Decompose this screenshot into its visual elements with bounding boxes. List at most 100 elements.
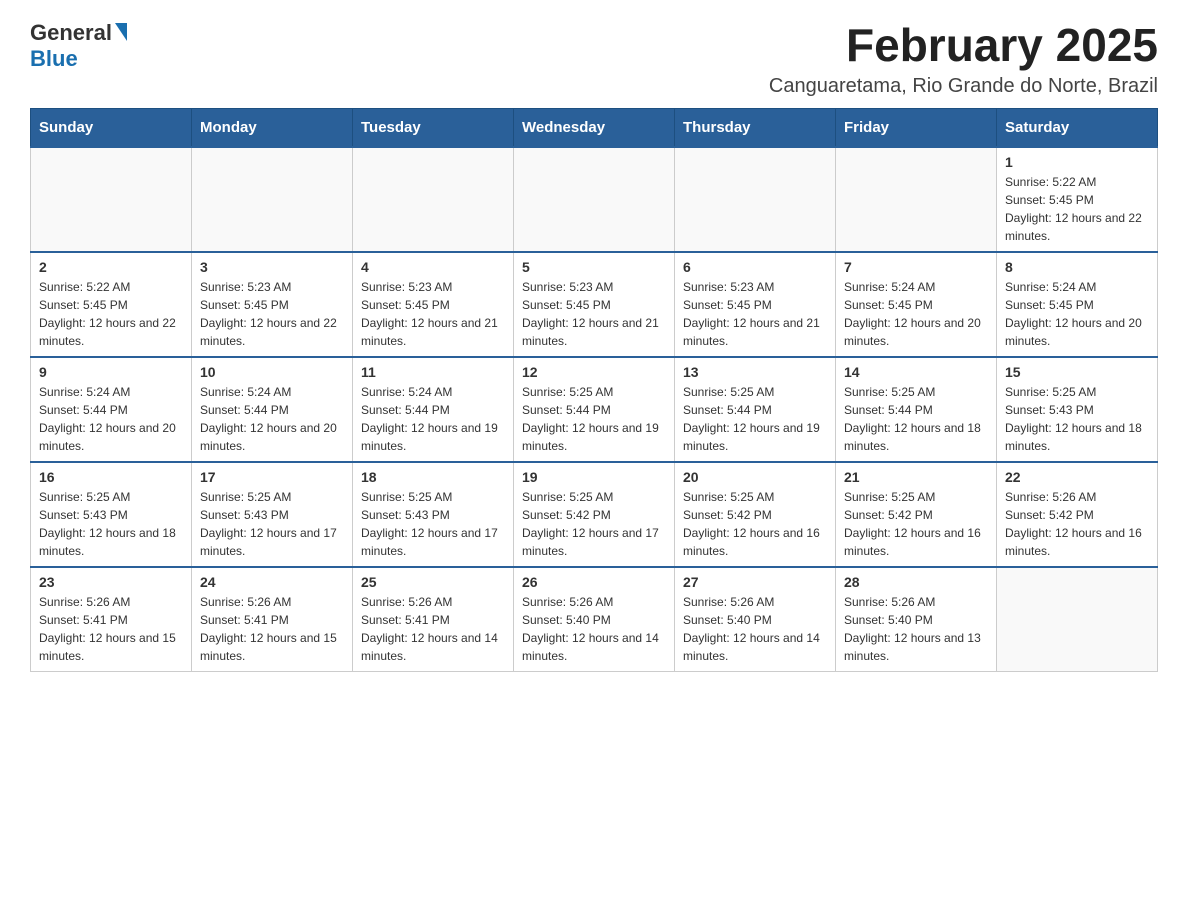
logo-triangle-icon — [115, 23, 127, 41]
day-number: 25 — [361, 574, 505, 590]
day-number: 23 — [39, 574, 183, 590]
day-header-wednesday: Wednesday — [514, 108, 675, 147]
calendar-header-row: SundayMondayTuesdayWednesdayThursdayFrid… — [31, 108, 1158, 147]
day-info: Sunrise: 5:24 AMSunset: 5:44 PMDaylight:… — [39, 383, 183, 455]
calendar-cell — [836, 147, 997, 252]
day-info: Sunrise: 5:26 AMSunset: 5:41 PMDaylight:… — [200, 593, 344, 665]
calendar-cell: 9 Sunrise: 5:24 AMSunset: 5:44 PMDaylight… — [31, 357, 192, 462]
day-number: 11 — [361, 364, 505, 380]
day-info: Sunrise: 5:25 AMSunset: 5:42 PMDaylight:… — [522, 488, 666, 560]
calendar-cell: 21 Sunrise: 5:25 AMSunset: 5:42 PMDayligh… — [836, 462, 997, 567]
day-number: 22 — [1005, 469, 1149, 485]
calendar-cell: 12 Sunrise: 5:25 AMSunset: 5:44 PMDayligh… — [514, 357, 675, 462]
calendar-cell: 4 Sunrise: 5:23 AMSunset: 5:45 PMDaylight… — [353, 252, 514, 357]
day-info: Sunrise: 5:23 AMSunset: 5:45 PMDaylight:… — [522, 278, 666, 350]
day-number: 24 — [200, 574, 344, 590]
calendar-week-row: 16 Sunrise: 5:25 AMSunset: 5:43 PMDayligh… — [31, 462, 1158, 567]
calendar-cell: 16 Sunrise: 5:25 AMSunset: 5:43 PMDayligh… — [31, 462, 192, 567]
logo: General Blue — [30, 20, 127, 72]
day-info: Sunrise: 5:25 AMSunset: 5:44 PMDaylight:… — [844, 383, 988, 455]
day-info: Sunrise: 5:25 AMSunset: 5:44 PMDaylight:… — [522, 383, 666, 455]
day-info: Sunrise: 5:24 AMSunset: 5:44 PMDaylight:… — [200, 383, 344, 455]
day-header-tuesday: Tuesday — [353, 108, 514, 147]
title-block: February 2025 Canguaretama, Rio Grande d… — [769, 20, 1158, 98]
calendar-cell: 1 Sunrise: 5:22 AMSunset: 5:45 PMDaylight… — [997, 147, 1158, 252]
calendar-cell — [31, 147, 192, 252]
day-info: Sunrise: 5:22 AMSunset: 5:45 PMDaylight:… — [1005, 173, 1149, 245]
day-info: Sunrise: 5:25 AMSunset: 5:43 PMDaylight:… — [39, 488, 183, 560]
calendar-cell: 22 Sunrise: 5:26 AMSunset: 5:42 PMDayligh… — [997, 462, 1158, 567]
day-number: 7 — [844, 259, 988, 275]
day-number: 12 — [522, 364, 666, 380]
calendar-cell: 26 Sunrise: 5:26 AMSunset: 5:40 PMDayligh… — [514, 567, 675, 672]
day-number: 1 — [1005, 154, 1149, 170]
calendar-week-row: 9 Sunrise: 5:24 AMSunset: 5:44 PMDaylight… — [31, 357, 1158, 462]
day-number: 20 — [683, 469, 827, 485]
day-info: Sunrise: 5:22 AMSunset: 5:45 PMDaylight:… — [39, 278, 183, 350]
day-number: 9 — [39, 364, 183, 380]
day-info: Sunrise: 5:23 AMSunset: 5:45 PMDaylight:… — [683, 278, 827, 350]
calendar-week-row: 23 Sunrise: 5:26 AMSunset: 5:41 PMDayligh… — [31, 567, 1158, 672]
calendar-cell: 11 Sunrise: 5:24 AMSunset: 5:44 PMDayligh… — [353, 357, 514, 462]
day-info: Sunrise: 5:26 AMSunset: 5:41 PMDaylight:… — [361, 593, 505, 665]
day-number: 8 — [1005, 259, 1149, 275]
day-info: Sunrise: 5:25 AMSunset: 5:42 PMDaylight:… — [844, 488, 988, 560]
day-number: 16 — [39, 469, 183, 485]
calendar-cell: 3Sunrise: 5:23 AMSunset: 5:45 PMDaylight… — [192, 252, 353, 357]
calendar-subtitle: Canguaretama, Rio Grande do Norte, Brazi… — [769, 75, 1158, 98]
calendar-cell: 25 Sunrise: 5:26 AMSunset: 5:41 PMDayligh… — [353, 567, 514, 672]
day-number: 27 — [683, 574, 827, 590]
day-info: Sunrise: 5:25 AMSunset: 5:43 PMDaylight:… — [361, 488, 505, 560]
day-info: Sunrise: 5:26 AMSunset: 5:40 PMDaylight:… — [683, 593, 827, 665]
day-header-friday: Friday — [836, 108, 997, 147]
day-info: Sunrise: 5:24 AMSunset: 5:45 PMDaylight:… — [1005, 278, 1149, 350]
day-number: 6 — [683, 259, 827, 275]
day-number: 18 — [361, 469, 505, 485]
day-info: Sunrise: 5:24 AMSunset: 5:44 PMDaylight:… — [361, 383, 505, 455]
day-number: 21 — [844, 469, 988, 485]
calendar-cell: 23 Sunrise: 5:26 AMSunset: 5:41 PMDayligh… — [31, 567, 192, 672]
day-info: Sunrise: 5:25 AMSunset: 5:42 PMDaylight:… — [683, 488, 827, 560]
day-number: 4 — [361, 259, 505, 275]
day-number: 26 — [522, 574, 666, 590]
day-header-thursday: Thursday — [675, 108, 836, 147]
day-number: 13 — [683, 364, 827, 380]
day-info: Sunrise: 5:26 AMSunset: 5:42 PMDaylight:… — [1005, 488, 1149, 560]
day-number: 17 — [200, 469, 344, 485]
day-info: Sunrise: 5:25 AMSunset: 5:43 PMDaylight:… — [1005, 383, 1149, 455]
logo-general-text: General — [30, 20, 112, 46]
calendar-cell — [514, 147, 675, 252]
calendar-cell: 10Sunrise: 5:24 AMSunset: 5:44 PMDayligh… — [192, 357, 353, 462]
calendar-cell — [192, 147, 353, 252]
day-info: Sunrise: 5:23 AMSunset: 5:45 PMDaylight:… — [200, 278, 344, 350]
day-header-monday: Monday — [192, 108, 353, 147]
calendar-cell: 27 Sunrise: 5:26 AMSunset: 5:40 PMDayligh… — [675, 567, 836, 672]
calendar-cell: 5 Sunrise: 5:23 AMSunset: 5:45 PMDaylight… — [514, 252, 675, 357]
day-number: 28 — [844, 574, 988, 590]
day-header-saturday: Saturday — [997, 108, 1158, 147]
day-number: 2 — [39, 259, 183, 275]
day-info: Sunrise: 5:24 AMSunset: 5:45 PMDaylight:… — [844, 278, 988, 350]
day-info: Sunrise: 5:26 AMSunset: 5:40 PMDaylight:… — [522, 593, 666, 665]
day-number: 5 — [522, 259, 666, 275]
calendar-cell — [675, 147, 836, 252]
calendar-title: February 2025 — [769, 20, 1158, 71]
day-header-sunday: Sunday — [31, 108, 192, 147]
calendar-cell: 7 Sunrise: 5:24 AMSunset: 5:45 PMDaylight… — [836, 252, 997, 357]
day-number: 14 — [844, 364, 988, 380]
calendar-week-row: 2 Sunrise: 5:22 AMSunset: 5:45 PMDaylight… — [31, 252, 1158, 357]
calendar-week-row: 1 Sunrise: 5:22 AMSunset: 5:45 PMDaylight… — [31, 147, 1158, 252]
calendar-cell: 19Sunrise: 5:25 AMSunset: 5:42 PMDayligh… — [514, 462, 675, 567]
calendar-cell: 24 Sunrise: 5:26 AMSunset: 5:41 PMDayligh… — [192, 567, 353, 672]
calendar-cell: 20 Sunrise: 5:25 AMSunset: 5:42 PMDayligh… — [675, 462, 836, 567]
calendar-cell: 17Sunrise: 5:25 AMSunset: 5:43 PMDayligh… — [192, 462, 353, 567]
calendar-cell: 13Sunrise: 5:25 AMSunset: 5:44 PMDayligh… — [675, 357, 836, 462]
page-header: General Blue February 2025 Canguaretama,… — [30, 20, 1158, 98]
day-info: Sunrise: 5:23 AMSunset: 5:45 PMDaylight:… — [361, 278, 505, 350]
calendar-cell: 18 Sunrise: 5:25 AMSunset: 5:43 PMDayligh… — [353, 462, 514, 567]
calendar-cell: 15Sunrise: 5:25 AMSunset: 5:43 PMDayligh… — [997, 357, 1158, 462]
day-info: Sunrise: 5:26 AMSunset: 5:40 PMDaylight:… — [844, 593, 988, 665]
calendar-cell — [353, 147, 514, 252]
calendar-cell — [997, 567, 1158, 672]
day-info: Sunrise: 5:26 AMSunset: 5:41 PMDaylight:… — [39, 593, 183, 665]
